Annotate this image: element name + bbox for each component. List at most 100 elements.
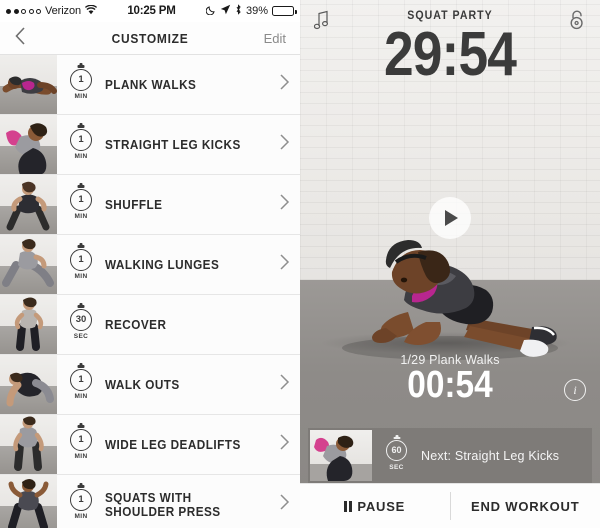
stopwatch-icon: 60: [386, 440, 407, 462]
play-button[interactable]: [429, 197, 471, 239]
status-bar-left: Verizon: [6, 4, 98, 18]
exercise-name-line1: WALK OUTS: [105, 377, 180, 392]
exercise-row[interactable]: 1 MIN WALK OUTS: [0, 355, 300, 415]
exercise-chevron[interactable]: [276, 253, 290, 276]
exercise-row[interactable]: 1 MIN SHUFFLE: [0, 175, 300, 235]
next-duration-badge: 60 SEC: [386, 440, 407, 471]
exercise-duration-unit: MIN: [74, 513, 88, 521]
exercise-chevron[interactable]: [276, 193, 290, 216]
battery-icon: [272, 6, 297, 16]
exercise-row[interactable]: 1 MIN WALKING LUNGES: [0, 235, 300, 295]
exercise-name-line1: RECOVER: [105, 317, 167, 332]
edit-button[interactable]: Edit: [264, 31, 286, 46]
exercise-thumbnail: [0, 295, 57, 354]
exercise-duration-unit: MIN: [74, 213, 88, 221]
exercise-duration-unit: MIN: [74, 393, 88, 401]
pause-button[interactable]: PAUSE: [300, 484, 450, 528]
total-time-remaining: 29:54: [383, 20, 517, 89]
exercise-duration-unit: MIN: [74, 153, 88, 161]
stopwatch-icon: 1: [70, 488, 92, 511]
chevron-right-icon: [279, 73, 290, 96]
exercise-duration-badge: 30 SEC: [65, 308, 97, 341]
exercise-row-body: 1 MIN SQUATS WITH SHOULDER PRESS: [57, 475, 300, 528]
exercise-list[interactable]: 1 MIN PLANK WALKS 1 MIN STRAIGHT LEG KICKS 1 MI…: [0, 55, 300, 528]
exercise-row[interactable]: 1 MIN STRAIGHT LEG KICKS: [0, 115, 300, 175]
exercise-row[interactable]: 1 MIN PLANK WALKS: [0, 55, 300, 115]
exercise-name: WALKING LUNGES: [105, 258, 266, 272]
exercise-chevron[interactable]: [276, 73, 290, 96]
end-workout-button-label: END WORKOUT: [471, 498, 580, 514]
chevron-right-icon: [279, 133, 290, 156]
exercise-chevron[interactable]: [276, 133, 290, 156]
navigation-bar: CUSTOMIZE Edit: [0, 22, 300, 55]
exercise-name-line1: SHUFFLE: [105, 197, 163, 212]
chevron-right-icon: [279, 193, 290, 216]
exercise-name: SQUATS WITH SHOULDER PRESS: [105, 491, 266, 519]
status-bar-clock: 10:25 PM: [127, 5, 176, 17]
chevron-right-icon: [279, 493, 290, 516]
stopwatch-icon: 1: [70, 188, 92, 211]
exercise-row[interactable]: 1 MIN SQUATS WITH SHOULDER PRESS: [0, 475, 300, 528]
exercise-duration-badge: 1 MIN: [65, 128, 97, 161]
exercise-name-line1: SQUATS WITH: [105, 490, 192, 505]
exercise-name: WALK OUTS: [105, 378, 266, 392]
exercise-duration-badge: 1 MIN: [65, 68, 97, 101]
exercise-chevron[interactable]: [276, 433, 290, 456]
exercise-row-body: 1 MIN SHUFFLE: [57, 175, 300, 234]
exercise-row-body: 1 MIN STRAIGHT LEG KICKS: [57, 115, 300, 174]
end-workout-button[interactable]: END WORKOUT: [451, 484, 600, 528]
carrier-label: Verizon: [45, 5, 81, 17]
player-footer: PAUSE END WORKOUT: [300, 483, 600, 528]
customize-panel: Verizon 10:25 PM 39% CUSTOMIZE Edit 1 MI…: [0, 0, 300, 528]
exercise-thumbnail: [0, 475, 57, 528]
stopwatch-icon: 1: [70, 368, 92, 391]
stopwatch-icon: 1: [70, 68, 92, 91]
exercise-row-body: 1 MIN PLANK WALKS: [57, 55, 300, 114]
chevron-right-icon: [279, 433, 290, 456]
exercise-chevron[interactable]: [276, 493, 290, 516]
exercise-thumbnail: [0, 415, 57, 474]
exercise-name-line1: STRAIGHT LEG KICKS: [105, 137, 241, 152]
exercise-name: RECOVER: [105, 318, 266, 332]
stopwatch-icon: 1: [70, 428, 92, 451]
exercise-time-remaining: 00:54: [407, 364, 493, 406]
next-exercise-label: Next: Straight Leg Kicks: [421, 448, 560, 463]
bluetooth-icon: [235, 4, 242, 18]
exercise-name-line1: WALKING LUNGES: [105, 257, 220, 272]
exercise-duration-badge: 1 MIN: [65, 368, 97, 401]
exercise-duration-unit: MIN: [74, 453, 88, 461]
exercise-row-body: 1 MIN WIDE LEG DEADLIFTS: [57, 415, 300, 474]
exercise-duration-badge: 1 MIN: [65, 428, 97, 461]
exercise-row-body: 1 MIN WALK OUTS: [57, 355, 300, 414]
exercise-duration-unit: SEC: [73, 333, 89, 341]
stopwatch-icon: 1: [70, 128, 92, 151]
info-icon[interactable]: i: [564, 379, 586, 401]
exercise-thumbnail: [0, 355, 57, 414]
figure-shadow: [322, 332, 570, 354]
player-header: SQUAT PARTY 29:54: [300, 0, 600, 100]
exercise-chevron[interactable]: [276, 373, 290, 396]
play-icon: [445, 210, 458, 226]
next-exercise-thumbnail: [310, 430, 372, 481]
exercise-row-body: 1 MIN WALKING LUNGES: [57, 235, 300, 294]
exercise-duration-unit: MIN: [74, 93, 88, 101]
page-title: CUSTOMIZE: [111, 30, 189, 46]
app-screen: Verizon 10:25 PM 39% CUSTOMIZE Edit 1 MI…: [0, 0, 600, 528]
exercise-row[interactable]: 30 SEC RECOVER: [0, 295, 300, 355]
workout-player-panel: SQUAT PARTY 29:54 1/29 Plank Walks 00:54…: [300, 0, 600, 528]
exercise-name: STRAIGHT LEG KICKS: [105, 138, 266, 152]
exercise-name-line1: WIDE LEG DEADLIFTS: [105, 437, 241, 452]
exercise-thumbnail: [0, 115, 57, 174]
next-exercise-bar[interactable]: 60 SEC Next: Straight Leg Kicks: [308, 428, 592, 483]
exercise-duration-badge: 1 MIN: [65, 488, 97, 521]
moon-icon: [205, 5, 216, 18]
exercise-row[interactable]: 1 MIN WIDE LEG DEADLIFTS: [0, 415, 300, 475]
exercise-name: WIDE LEG DEADLIFTS: [105, 438, 266, 452]
exercise-thumbnail: [0, 235, 57, 294]
exercise-thumbnail: [0, 175, 57, 234]
status-bar-right: 39%: [205, 4, 297, 18]
exercise-duration-unit: MIN: [74, 273, 88, 281]
next-duration-unit: SEC: [389, 463, 404, 471]
exercise-name: SHUFFLE: [105, 198, 266, 212]
exercise-duration-badge: 1 MIN: [65, 188, 97, 221]
